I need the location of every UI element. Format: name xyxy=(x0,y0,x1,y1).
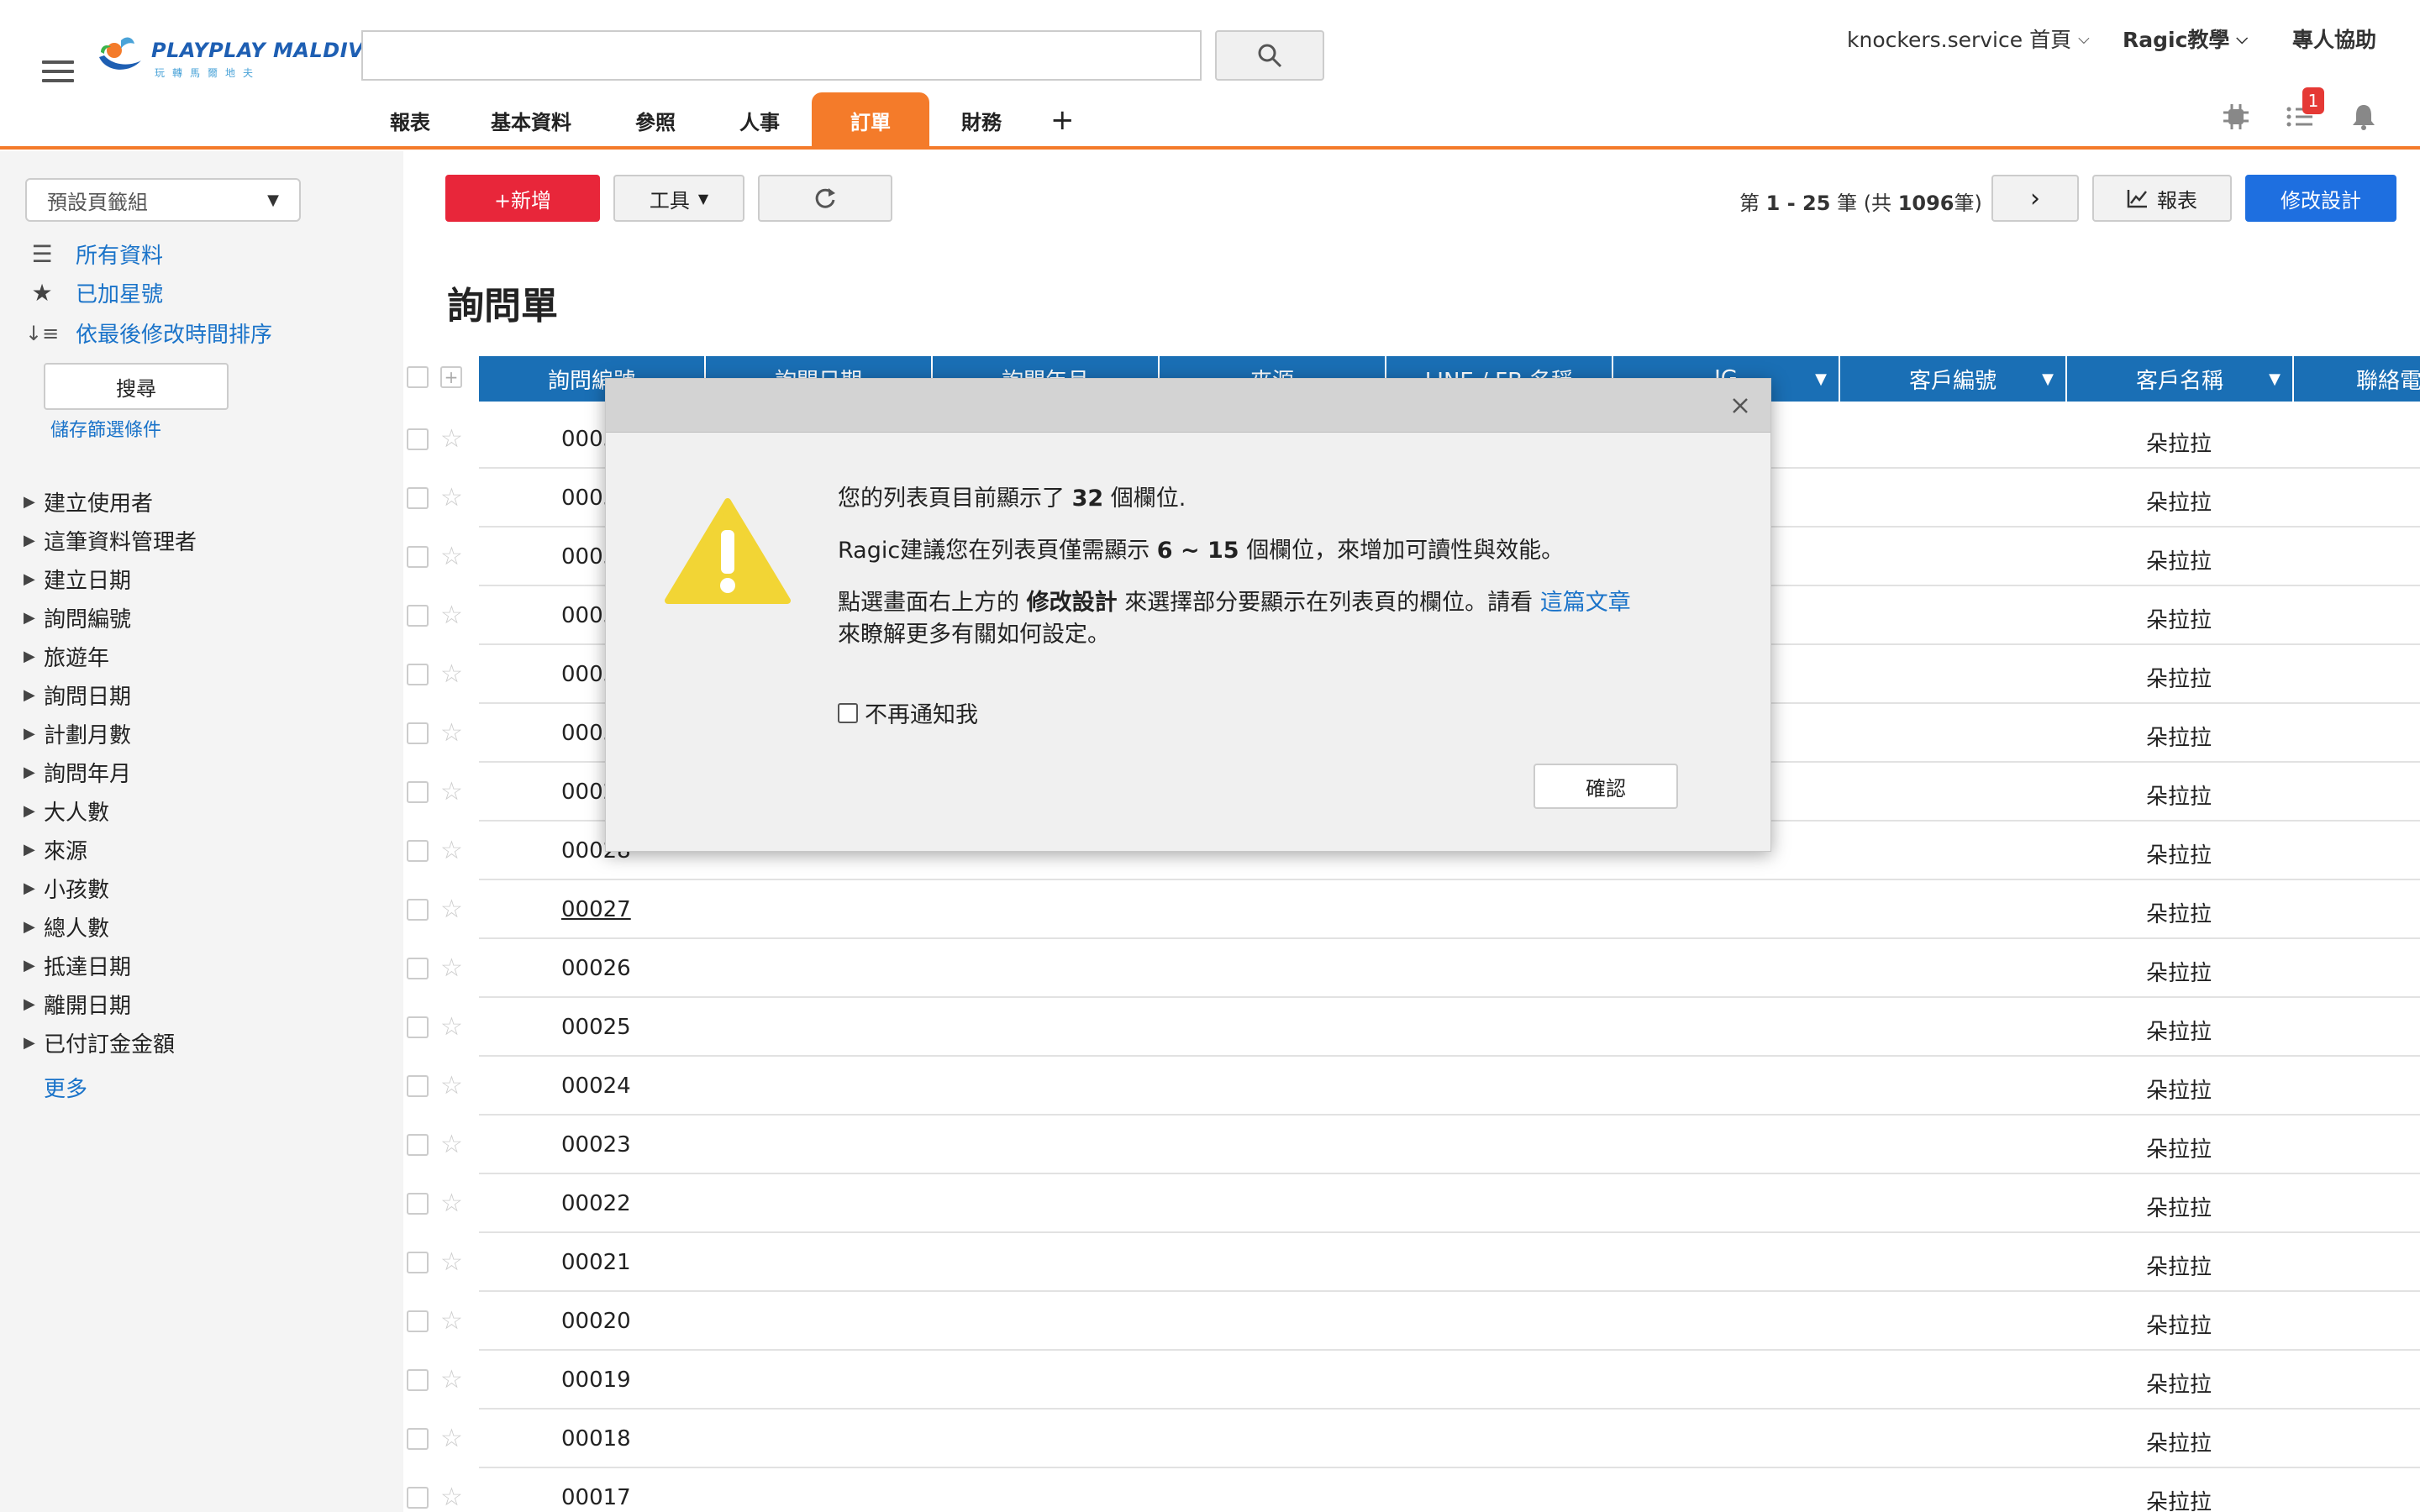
text: 個欄位. xyxy=(1110,486,1186,512)
close-icon[interactable] xyxy=(1728,394,1752,417)
dialog-line-3: 點選畫面右上方的 修改設計 來選擇部分要顯示在列表頁的欄位。請看 這篇文章 來瞭… xyxy=(838,587,1728,651)
article-link[interactable]: 這篇文章 xyxy=(1540,590,1631,616)
text: 您的列表頁目前顯示了 xyxy=(838,486,1065,512)
modify-design-mention: 修改設計 xyxy=(1026,590,1118,616)
dialog-line-2: Ragic建議您在列表頁僅需顯示 6 ~ 15 個欄位，來增加可讀性與效能。 xyxy=(838,535,1728,567)
text: 個欄位，來增加可讀性與效能。 xyxy=(1246,538,1565,564)
dialog-line-1: 您的列表頁目前顯示了 32 個欄位. xyxy=(838,483,1728,515)
recommended-range: 6 ~ 15 xyxy=(1156,538,1239,564)
column-count-warning-dialog: 您的列表頁目前顯示了 32 個欄位. Ragic建議您在列表頁僅需顯示 6 ~ … xyxy=(605,378,1771,852)
text: 點選畫面右上方的 xyxy=(838,590,1019,616)
modal-overlay: 您的列表頁目前顯示了 32 個欄位. Ragic建議您在列表頁僅需顯示 6 ~ … xyxy=(0,0,2420,1512)
dialog-message: 您的列表頁目前顯示了 32 個欄位. Ragic建議您在列表頁僅需顯示 6 ~ … xyxy=(838,483,1728,671)
dialog-title-bar xyxy=(606,379,1770,433)
text: 來選擇部分要顯示在列表頁的欄位。請看 xyxy=(1124,590,1534,616)
text: Ragic建議您在列表頁僅需顯示 xyxy=(838,538,1150,564)
dont-show-again-label: 不再通知我 xyxy=(865,702,978,728)
dont-show-again-option[interactable]: 不再通知我 xyxy=(838,696,978,729)
warning-icon xyxy=(665,496,791,606)
column-count: 32 xyxy=(1071,486,1104,512)
text: 來瞭解更多有關如何設定。 xyxy=(838,622,1110,648)
confirm-button[interactable]: 確認 xyxy=(1534,764,1678,809)
dont-show-again-checkbox[interactable] xyxy=(838,702,858,723)
